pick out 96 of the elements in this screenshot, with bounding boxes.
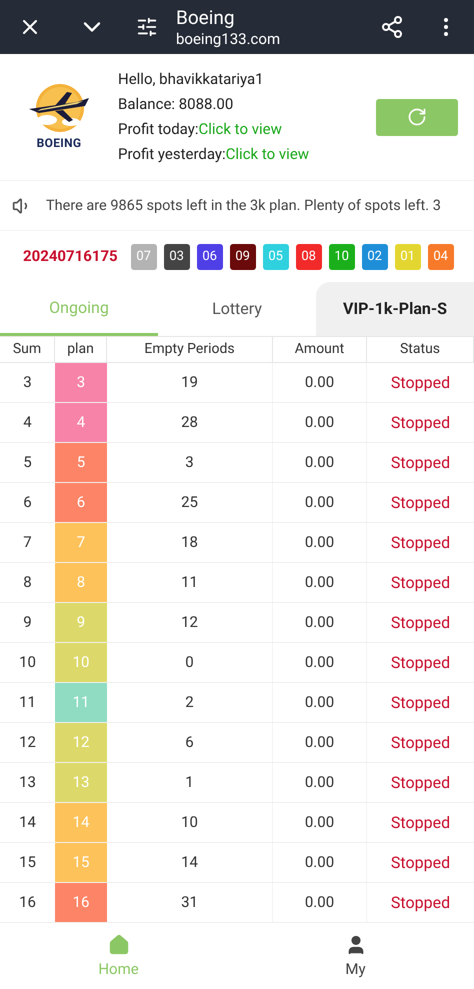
table-cell-text: 10	[18, 652, 37, 674]
table-cell: 0.00	[273, 803, 367, 842]
tab[interactable]: Ongoing	[0, 282, 158, 336]
table-cell: 0.00	[273, 683, 367, 722]
table-cell: 0.00	[273, 523, 367, 562]
table-cell: 0.00	[273, 403, 367, 442]
table-cell: 31	[107, 883, 273, 922]
plan-cell: 12	[55, 723, 107, 762]
table-cell: 0.00	[273, 643, 367, 682]
table-cell: 3	[107, 443, 273, 482]
table-cell: 0.00	[273, 723, 367, 762]
table-cell-text: 8	[22, 572, 33, 594]
plan-cell: 4	[55, 403, 107, 442]
status-cell-text: Stopped	[390, 692, 452, 714]
status-cell-text: Stopped	[390, 532, 452, 554]
home-icon	[108, 934, 130, 956]
table-cell: 6	[107, 723, 273, 762]
table-cell: 12	[107, 603, 273, 642]
tab[interactable]: Lottery	[158, 282, 316, 336]
status-cell-text: Stopped	[390, 812, 452, 834]
plan-cell: 16	[55, 883, 107, 922]
airplane-logo-icon	[27, 82, 91, 134]
view-link[interactable]: Click to view	[226, 142, 310, 167]
table-cell: 18	[107, 523, 273, 562]
plan-cell: 10	[55, 643, 107, 682]
refresh-icon	[407, 107, 427, 127]
plan-cell: 8	[55, 563, 107, 602]
table-cell: 0.00	[273, 483, 367, 522]
table-cell-text: 4	[22, 412, 33, 434]
table-cell-text: 9	[22, 612, 33, 634]
column-header: Amount	[273, 337, 367, 362]
table-cell: 14	[107, 843, 273, 882]
status-cell-text: Stopped	[390, 412, 452, 434]
table-cell: 10	[107, 803, 273, 842]
table-cell: 0.00	[273, 883, 367, 922]
table-cell-text: 6	[22, 492, 33, 514]
page-title: Boeing	[176, 6, 236, 30]
column-header: Sum	[0, 337, 55, 362]
share-icon[interactable]	[380, 15, 404, 39]
nav-item[interactable]: My	[237, 925, 474, 989]
status-cell-text: Stopped	[390, 732, 452, 754]
table-cell-text: 7	[22, 532, 33, 554]
table-cell: 0.00	[273, 443, 367, 482]
plan-cell: 6	[55, 483, 107, 522]
plan-cell: 11	[55, 683, 107, 722]
column-header: Empty Periods	[107, 337, 273, 362]
table-cell-text: 13	[18, 772, 37, 794]
plan-cell: 3	[55, 363, 107, 402]
balance-text: Balance: 8088.00	[118, 94, 234, 115]
plan-cell: 15	[55, 843, 107, 882]
table-cell: 11	[107, 563, 273, 602]
table-cell: 0.00	[273, 603, 367, 642]
status-cell-text: Stopped	[390, 892, 452, 914]
table-cell: 0.00	[273, 563, 367, 602]
status-cell-text: Stopped	[390, 852, 452, 874]
table-cell-text: 5	[22, 452, 33, 474]
table-cell: 0.00	[273, 763, 367, 802]
profit-label: Profit today:	[118, 119, 198, 140]
status-cell-text: Stopped	[390, 772, 452, 794]
table-cell: 1	[107, 763, 273, 802]
nav-item[interactable]: Home	[0, 925, 237, 989]
period-number: 20240716175	[23, 246, 118, 268]
table-cell-text: 15	[18, 852, 37, 874]
table-cell: 19	[107, 363, 273, 402]
settings-icon[interactable]	[136, 16, 158, 38]
page-url: boeing133.com	[176, 30, 280, 48]
plan-cell: 13	[55, 763, 107, 802]
table-cell-text: 12	[18, 732, 37, 754]
plan-cell: 9	[55, 603, 107, 642]
plan-cell: 5	[55, 443, 107, 482]
plan-cell: 14	[55, 803, 107, 842]
status-cell-text: Stopped	[390, 372, 452, 394]
table-cell: 25	[107, 483, 273, 522]
plan-tab[interactable]: VIP-1k-Plan-S	[316, 282, 474, 336]
greeting-text: Hello, bhavikkatariya1	[118, 69, 265, 90]
view-link[interactable]: Click to view	[198, 117, 282, 142]
notice-text: There are 9865 spots left in the 3k plan. Plenty of spots left. 3	[46, 196, 441, 216]
table-cell: 0	[107, 643, 273, 682]
table-cell: 2	[107, 683, 273, 722]
column-header: plan	[55, 337, 107, 362]
status-cell-text: Stopped	[390, 492, 452, 514]
status-cell-text: Stopped	[390, 452, 452, 474]
table-cell-text: 3	[22, 372, 33, 394]
table-cell-text: 11	[18, 692, 37, 714]
logo-text: BOEING	[36, 135, 82, 152]
plan-cell: 7	[55, 523, 107, 562]
profit-label: Profit yesterday:	[118, 144, 226, 165]
status-cell-text: Stopped	[390, 612, 452, 634]
table-cell-text: 16	[18, 892, 37, 914]
table-cell-text: 14	[18, 812, 37, 834]
status-cell-text: Stopped	[390, 572, 452, 594]
table-cell: 0.00	[273, 363, 367, 402]
column-header: Status	[367, 337, 474, 362]
table-cell: 28	[107, 403, 273, 442]
table-cell: 0.00	[273, 843, 367, 882]
status-cell-text: Stopped	[390, 652, 452, 674]
